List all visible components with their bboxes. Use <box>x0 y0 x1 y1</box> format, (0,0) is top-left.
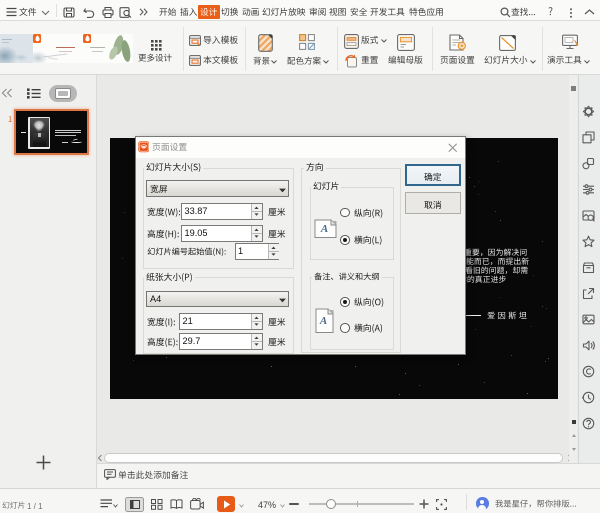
svg-text:A: A <box>318 314 326 326</box>
svg-text:A: A <box>319 222 327 234</box>
